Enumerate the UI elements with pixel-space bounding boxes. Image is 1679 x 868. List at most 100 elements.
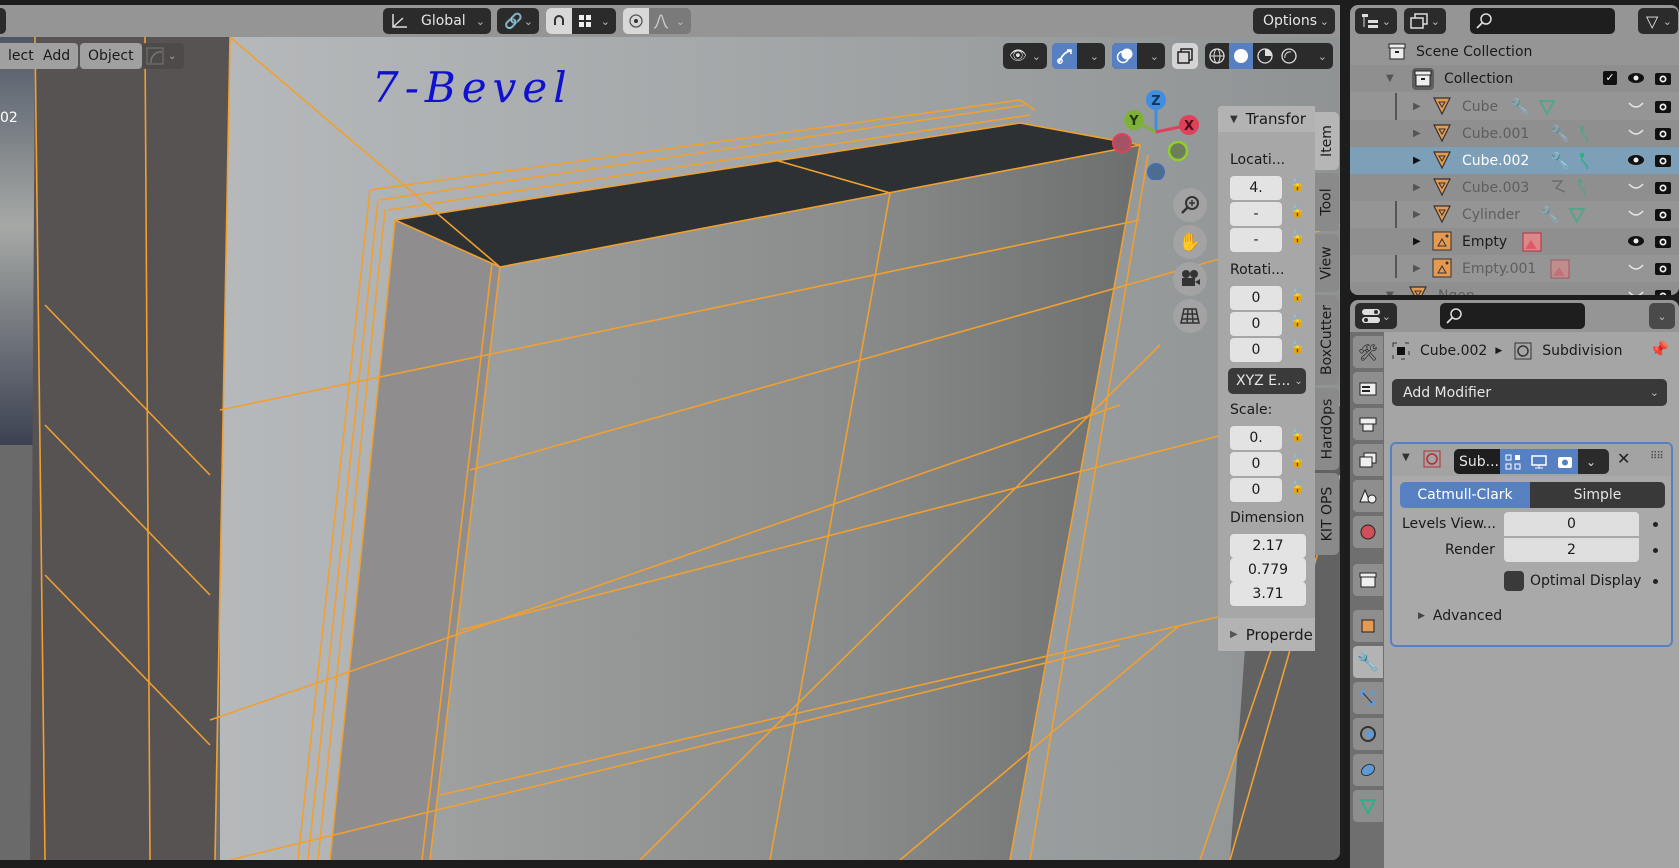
lock-icon[interactable]: 🔓 [1290,204,1310,224]
scale-z-field[interactable]: 0 [1230,478,1282,502]
tab-render[interactable] [1353,372,1383,404]
expand-triangle-icon[interactable]: ▶ [1413,155,1421,166]
location-x-field[interactable]: 4. [1230,176,1282,200]
add-menu[interactable]: Add [35,43,79,69]
outliner-row[interactable]: ▶ Empty [1350,228,1679,255]
object-name[interactable]: Ngon [1438,288,1475,296]
expand-triangle-icon[interactable]: ▶ [1413,182,1421,193]
viewport-display-toggle[interactable] [1526,449,1552,474]
tab-output[interactable] [1353,408,1383,440]
outliner-search-input[interactable] [1470,8,1615,34]
options-dropdown[interactable]: Options ⌄ [1253,8,1335,34]
camera-icon[interactable] [1653,124,1673,142]
pivot-point-dropdown[interactable]: 🔗 ⌄ [497,8,539,34]
modifier-wrench-icon[interactable]: 🔧 [1510,97,1530,116]
tab-boxcutter[interactable]: BoxCutter [1315,295,1339,385]
lock-icon[interactable]: 🔓 [1290,288,1310,308]
expand-triangle-icon[interactable]: ▶ [1413,236,1421,247]
viewport-scene[interactable]: 7-Bevel 02 Z Y X ✋ ▼ Transfor Locati... … [0,37,1340,860]
dimension-y-field[interactable]: 0.779 [1230,558,1306,582]
properties-section-header[interactable]: ▶ Properde [1218,618,1315,651]
tab-view[interactable]: View [1315,234,1339,292]
transform-section-header[interactable]: ▼ Transfor [1218,106,1315,132]
pan-view-button[interactable]: ✋ [1173,225,1207,259]
lock-icon[interactable]: 🔓 [1290,178,1310,198]
filter-view-dropdown[interactable]: ⌄ [1404,8,1446,34]
ortho-toggle-button[interactable] [1173,299,1207,333]
outliner-row[interactable]: ▶ Cube 🔧 [1350,93,1679,120]
eye-closed-icon[interactable] [1626,286,1646,295]
curve-icon[interactable] [1550,178,1568,196]
overlays-toggle[interactable]: ⌄ [1112,43,1165,69]
scale-y-field[interactable]: 0 [1230,452,1282,476]
outliner-row[interactable]: ▶ Empty.001 [1350,255,1679,282]
object-name[interactable]: Empty.001 [1462,261,1536,277]
display-mode-dropdown[interactable]: ⌄ [1355,8,1397,34]
add-modifier-dropdown[interactable]: Add Modifier ⌄ [1392,379,1667,406]
close-icon[interactable]: ✕ [1617,449,1630,468]
lock-icon[interactable]: 🔓 [1290,340,1310,360]
eye-closed-icon[interactable] [1626,97,1646,115]
expand-triangle-icon[interactable]: ▼ [1386,290,1394,295]
camera-view-button[interactable] [1173,262,1207,296]
eye-icon[interactable] [1626,151,1646,169]
location-y-field[interactable]: - [1230,202,1282,226]
tab-data[interactable] [1353,790,1383,822]
image-data-icon[interactable] [1522,232,1542,252]
render-levels-field[interactable]: 2 [1504,538,1639,562]
simple-option[interactable]: Simple [1530,482,1665,508]
object-name[interactable]: Cube.003 [1462,180,1529,196]
object-name[interactable]: Empty [1462,234,1507,250]
clipped-header-button[interactable] [0,8,6,34]
rotation-y-field[interactable]: 0 [1230,312,1282,336]
navigation-gizmo[interactable]: Z Y X [1100,80,1220,180]
camera-icon[interactable] [1653,151,1673,169]
tab-constraints[interactable] [1353,754,1383,786]
vertex-group-icon[interactable] [1578,125,1590,143]
editor-type-dropdown[interactable]: ⌄ [1355,303,1397,329]
optimal-display-checkbox[interactable] [1504,571,1524,591]
lock-icon[interactable]: 🔓 [1290,230,1310,250]
outliner-filter-dropdown[interactable]: ▽ ⌄ [1638,8,1678,34]
vertex-group-icon[interactable] [1578,152,1590,170]
modifier-name-input[interactable]: Sub... [1454,449,1500,474]
object-name[interactable]: Cube.002 [1462,153,1529,169]
eye-icon[interactable] [1626,232,1646,250]
object-name[interactable]: Cylinder [1462,207,1520,223]
expand-triangle-icon[interactable]: ▶ [1413,128,1421,139]
object-mode-extra-dropdown[interactable]: ⌄ [142,43,184,69]
tab-view-layer[interactable] [1353,444,1383,476]
keyframe-dot-icon[interactable] [1653,522,1658,527]
outliner-row-scene-collection[interactable]: Scene Collection [1350,38,1679,65]
tab-tool[interactable]: Tool [1315,173,1339,231]
modifier-wrench-icon[interactable]: 🔧 [1550,124,1570,143]
advanced-subpanel-header[interactable]: ▶ Advanced [1418,608,1502,624]
lock-icon[interactable]: 🔓 [1290,454,1310,474]
mesh-data-icon[interactable] [1538,98,1556,116]
eye-icon[interactable] [1626,69,1646,87]
expand-triangle-icon[interactable]: ▶ [1413,263,1421,274]
tab-world[interactable] [1353,516,1383,548]
gizmo-toggle[interactable]: ⌄ [1052,43,1105,69]
tab-collection[interactable] [1353,564,1383,596]
exclude-checkbox[interactable]: ✓ [1603,71,1617,85]
selectability-visibility-dropdown[interactable]: 👁 ⌄ [1003,43,1047,69]
collapse-triangle-icon[interactable]: ▼ [1402,452,1410,463]
xray-toggle[interactable] [1172,43,1198,69]
eye-closed-icon[interactable] [1626,205,1646,223]
vertex-group-icon[interactable] [1576,178,1588,196]
lock-icon[interactable]: 🔓 [1290,428,1310,448]
eye-closed-icon[interactable] [1626,178,1646,196]
rotation-z-field[interactable]: 0 [1230,338,1282,362]
rendered-shading-button[interactable] [1277,43,1301,69]
tab-modifiers[interactable]: 🔧 [1353,646,1383,678]
keyframe-dot-icon[interactable] [1653,548,1658,553]
tab-physics[interactable] [1353,718,1383,750]
object-name[interactable]: Cube.001 [1462,126,1529,142]
lock-icon[interactable]: 🔓 [1290,314,1310,334]
modifier-wrench-icon[interactable]: 🔧 [1540,205,1560,224]
outliner-row[interactable]: ▼ Ngon [1350,282,1679,295]
keyframe-dot-icon[interactable] [1653,579,1658,584]
collapse-triangle-icon[interactable]: ▼ [1386,73,1394,84]
tab-tool-settings[interactable]: 🛠 [1353,336,1383,368]
